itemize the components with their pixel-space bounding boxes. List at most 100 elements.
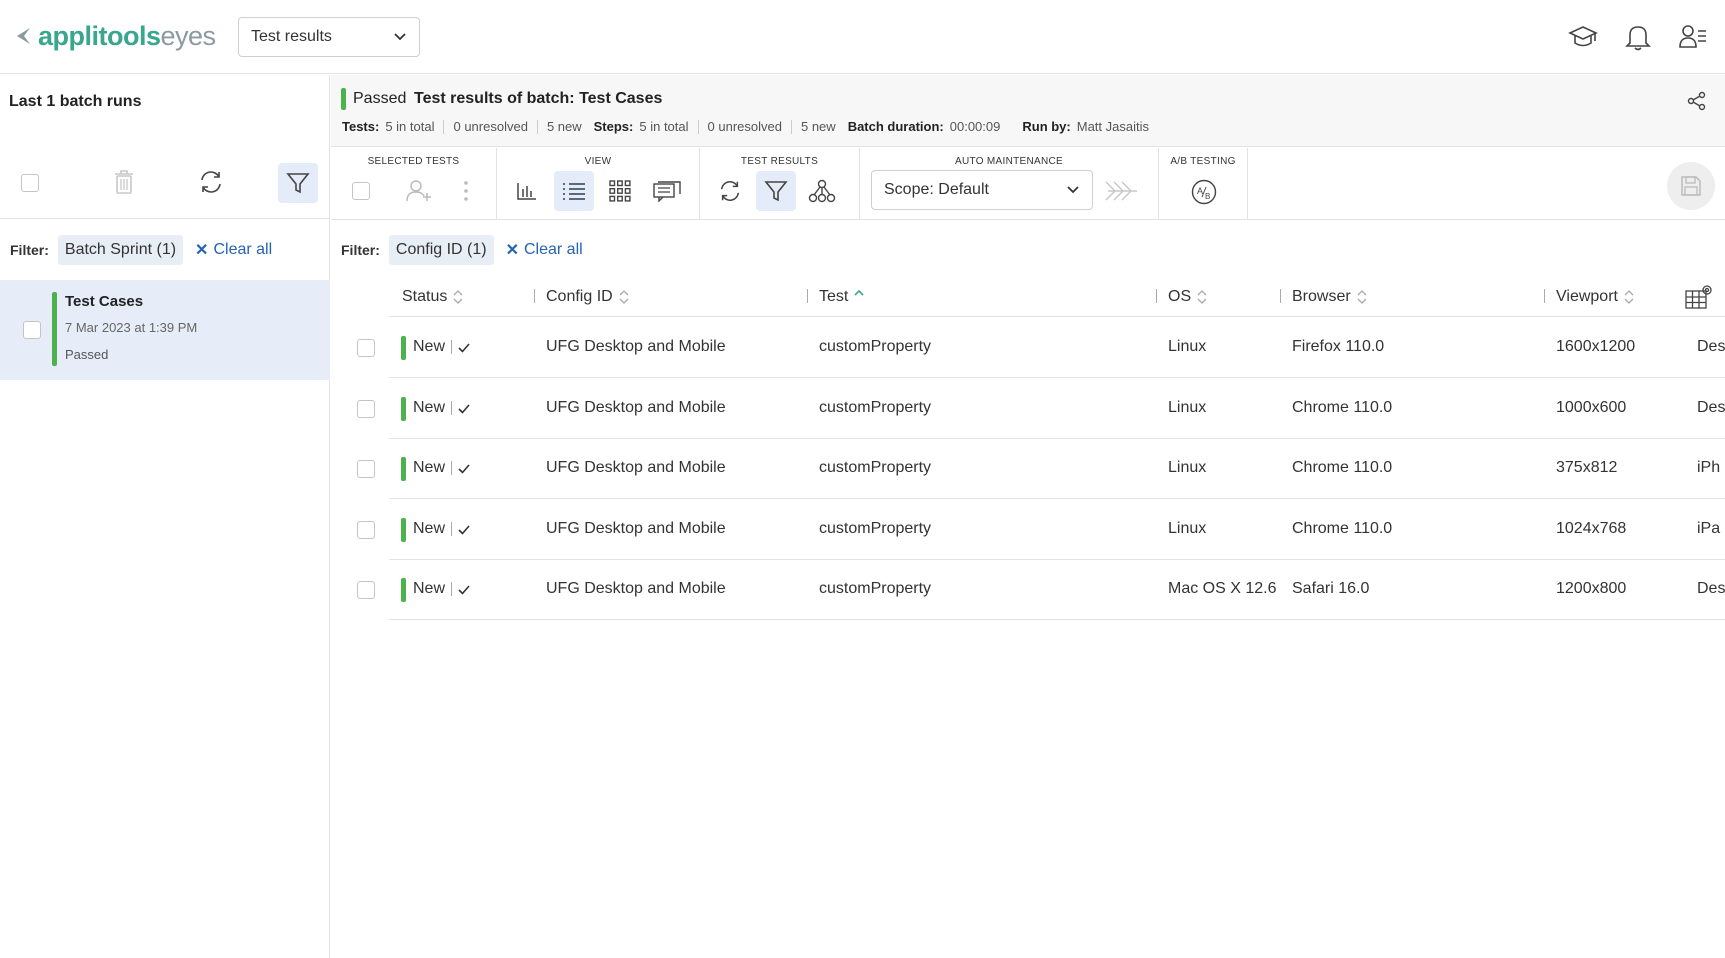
table-row[interactable]: New UFG Desktop and Mobile customProperty L… xyxy=(357,379,1725,439)
select-all-tests-checkbox[interactable] xyxy=(352,182,370,200)
checkmark-icon[interactable] xyxy=(458,464,470,474)
share-icon[interactable] xyxy=(1687,91,1707,111)
column-test[interactable]: Test xyxy=(819,288,864,306)
view-grid-button[interactable] xyxy=(600,171,640,211)
svg-text:B: B xyxy=(1205,192,1210,201)
list-icon xyxy=(563,183,585,200)
row-checkbox[interactable] xyxy=(357,339,375,357)
view-list-button[interactable] xyxy=(554,171,594,211)
apply-maintenance-icon[interactable] xyxy=(1104,180,1140,202)
chevron-down-icon xyxy=(394,33,406,41)
applitools-logo[interactable]: applitools eyes xyxy=(14,20,216,52)
column-status[interactable]: Status xyxy=(402,288,463,306)
brand-name: applitools xyxy=(38,20,161,51)
checkmark-icon[interactable] xyxy=(458,524,470,535)
column-separator[interactable] xyxy=(807,289,808,303)
row-test-name[interactable]: customProperty xyxy=(819,520,931,538)
scope-value: Scope: Default xyxy=(884,181,989,198)
row-checkbox[interactable] xyxy=(357,520,375,539)
row-config-id: UFG Desktop and Mobile xyxy=(546,398,726,416)
refresh-results-button[interactable] xyxy=(710,171,750,211)
grid-icon xyxy=(609,180,631,202)
save-button[interactable] xyxy=(1667,162,1715,210)
selected-tests-title: SELECTED TESTS xyxy=(367,156,460,167)
test-results-title: TEST RESULTS xyxy=(740,156,819,167)
row-viewport: 1000x600 xyxy=(1556,398,1627,416)
run-by-value: Matt Jasaitis xyxy=(1076,119,1149,134)
row-status: New xyxy=(413,459,446,476)
assign-user-icon[interactable] xyxy=(406,179,432,203)
ab-test-icon[interactable]: AB xyxy=(1191,179,1217,205)
test-results-main: Passed Test results of batch: Test Cases… xyxy=(331,75,1725,958)
batch-name: Test Cases xyxy=(65,293,144,310)
filter-results-button[interactable] xyxy=(756,171,796,211)
table-row[interactable]: New UFG Desktop and Mobile customProperty L… xyxy=(357,500,1725,560)
row-checkbox[interactable] xyxy=(357,399,375,418)
tests-unresolved: 0 unresolved xyxy=(453,119,528,134)
trash-icon[interactable] xyxy=(113,169,135,195)
tests-new: 5 new xyxy=(546,119,582,134)
page-selector[interactable]: Test results xyxy=(238,17,420,57)
checkmark-icon[interactable] xyxy=(458,585,470,595)
row-browser: Chrome 110.0 xyxy=(1292,398,1393,416)
checkmark-icon[interactable] xyxy=(458,403,470,414)
batch-status-bar xyxy=(52,292,57,366)
row-status-bar xyxy=(401,396,406,421)
sort-icon xyxy=(1197,290,1207,304)
column-settings-icon[interactable] xyxy=(1684,283,1714,311)
top-bar: applitools eyes Test results xyxy=(0,0,1725,74)
row-status-bar xyxy=(401,457,406,481)
column-test-label: Test xyxy=(819,288,849,305)
column-separator[interactable] xyxy=(534,289,535,303)
view-chart-button[interactable] xyxy=(507,171,547,211)
column-separator[interactable] xyxy=(1544,289,1545,303)
batch-status: Passed xyxy=(65,347,109,362)
batch-list-item[interactable]: Test Cases 7 Mar 2023 at 1:39 PM Passed xyxy=(0,280,330,380)
batch-date: 7 Mar 2023 at 1:39 PM xyxy=(65,320,198,335)
graduation-cap-icon[interactable] xyxy=(1568,22,1598,52)
more-options-icon[interactable] xyxy=(463,180,469,202)
batch-header: Passed Test results of batch: Test Cases… xyxy=(331,75,1725,147)
row-test-name[interactable]: customProperty xyxy=(819,459,931,477)
column-browser[interactable]: Browser xyxy=(1292,288,1367,306)
column-os[interactable]: OS xyxy=(1168,288,1207,306)
passed-status-bar xyxy=(341,88,346,110)
svg-text:A: A xyxy=(1197,186,1203,196)
table-row[interactable]: New UFG Desktop and Mobile customProperty L… xyxy=(357,439,1725,499)
column-separator[interactable] xyxy=(1156,289,1157,303)
clear-all-link[interactable]: ✕ Clear all xyxy=(506,240,583,260)
column-viewport[interactable]: Viewport xyxy=(1556,288,1634,306)
column-config-id[interactable]: Config ID xyxy=(546,288,629,306)
run-by-label: Run by: xyxy=(1022,119,1071,134)
clear-all-link[interactable]: ✕ Clear all xyxy=(195,240,272,260)
steps-unresolved: 0 unresolved xyxy=(707,119,782,134)
row-checkbox[interactable] xyxy=(357,581,375,599)
column-separator[interactable] xyxy=(1280,289,1281,303)
row-checkbox[interactable] xyxy=(357,460,375,478)
refresh-icon[interactable] xyxy=(198,169,224,195)
bell-icon[interactable] xyxy=(1624,22,1652,52)
group-results-button[interactable] xyxy=(802,171,842,211)
scope-dropdown[interactable]: Scope: Default xyxy=(871,170,1093,210)
select-all-batches-checkbox[interactable] xyxy=(21,174,39,192)
view-details-button[interactable] xyxy=(647,171,687,211)
row-test-name[interactable]: customProperty xyxy=(819,580,931,598)
checkmark-icon[interactable] xyxy=(458,343,470,353)
row-test-name[interactable]: customProperty xyxy=(819,338,931,356)
view-title: VIEW xyxy=(584,156,612,167)
table-row[interactable]: New UFG Desktop and Mobile customProperty L… xyxy=(357,318,1725,378)
row-browser: Chrome 110.0 xyxy=(1292,459,1393,476)
batch-stats: Tests: 5 in total 0 unresolved 5 new Ste… xyxy=(342,119,1149,134)
sort-ascending-icon xyxy=(854,290,864,296)
batch-filter-button[interactable] xyxy=(278,163,318,203)
row-browser: Firefox 110.0 xyxy=(1292,338,1385,355)
refresh-icon xyxy=(720,181,740,201)
batch-checkbox[interactable] xyxy=(23,321,41,339)
table-row[interactable]: New UFG Desktop and Mobile customProperty M… xyxy=(357,560,1725,620)
user-menu-icon[interactable] xyxy=(1678,22,1708,52)
row-device: iPh xyxy=(1697,459,1721,476)
row-test-name[interactable]: customProperty xyxy=(819,399,931,417)
filter-icon xyxy=(764,181,788,202)
filter-chip-batch-sprint[interactable]: Batch Sprint (1) xyxy=(57,235,184,265)
filter-chip-config-id[interactable]: Config ID (1) xyxy=(388,235,494,265)
